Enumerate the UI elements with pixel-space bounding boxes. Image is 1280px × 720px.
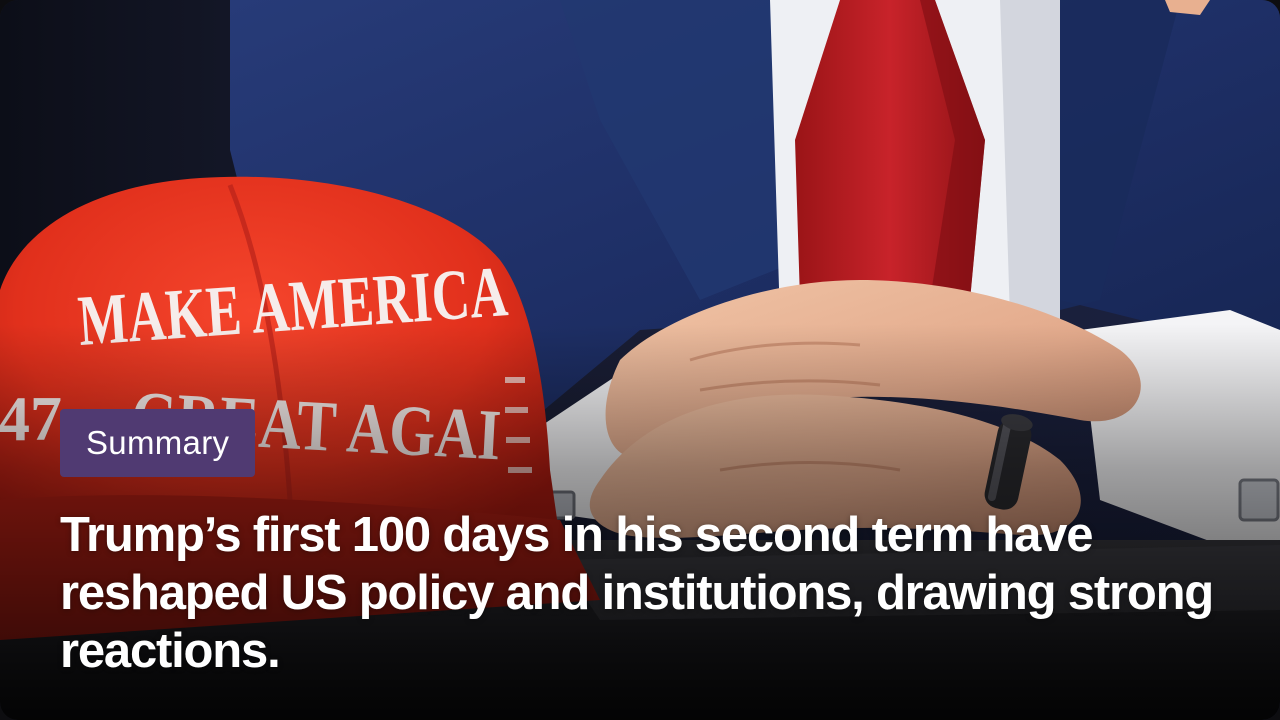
headline: Trump’s first 100 days in his second ter… — [60, 508, 1214, 678]
hat-side-number: 47 — [0, 383, 62, 454]
summary-badge: Summary — [60, 409, 256, 477]
shirt-shadow — [1000, 0, 1060, 320]
cufflink — [1238, 478, 1280, 522]
summary-card: MAKE AMERICA GREAT AGAI 47 Summary Trump… — [0, 0, 1280, 720]
